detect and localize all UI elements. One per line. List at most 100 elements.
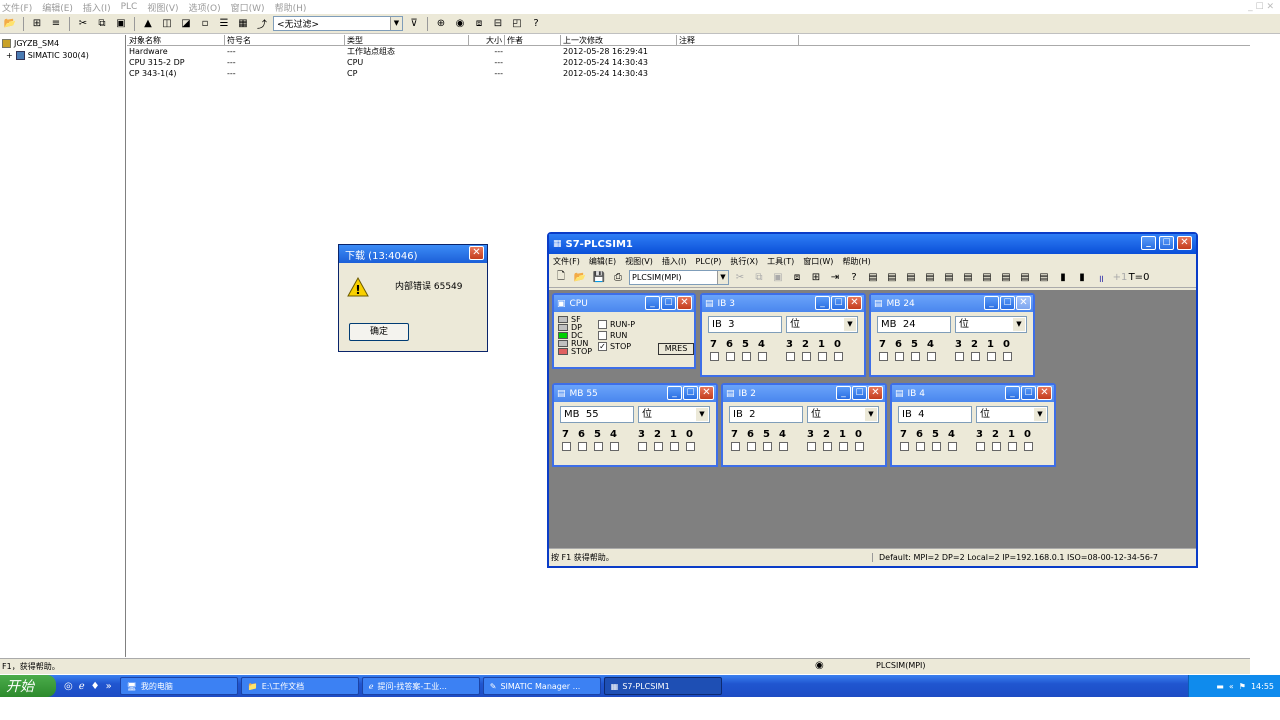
bit-checkbox[interactable] — [807, 442, 816, 451]
bit-checkbox[interactable] — [686, 442, 695, 451]
bit-checkbox[interactable] — [932, 442, 941, 451]
pause-icon[interactable]: ॥ — [1093, 270, 1109, 286]
desktop-icon[interactable]: ◎ — [64, 681, 73, 692]
bit-checkbox[interactable] — [763, 442, 772, 451]
bit-checkbox[interactable] — [758, 352, 767, 361]
list-item[interactable]: CPU 315-2 DP --- CPU --- 2012-05-24 14:3… — [127, 57, 1250, 68]
chevron-down-icon[interactable]: ▼ — [1034, 408, 1046, 421]
filter-select[interactable]: <无过滤> ▼ — [273, 16, 403, 31]
ok-button[interactable]: 确定 — [349, 323, 409, 341]
plcsim-menu-view[interactable]: 视图(V) — [625, 256, 653, 267]
network-icon[interactable]: ⊞ — [29, 16, 45, 32]
copy-icon[interactable]: ⧉ — [751, 270, 767, 286]
paste-icon[interactable]: ▣ — [770, 270, 786, 286]
plcsim-menu-tools[interactable]: 工具(T) — [767, 256, 794, 267]
reset-timers-icon[interactable]: T=0 — [1129, 270, 1150, 286]
tree-item-station[interactable]: + SIMATIC 300(4) — [0, 49, 125, 61]
address-input[interactable]: MB 55 — [560, 406, 634, 423]
insert-db-icon[interactable]: ▤ — [998, 270, 1014, 286]
bit-checkbox[interactable] — [779, 442, 788, 451]
bit-checkbox[interactable] — [927, 352, 936, 361]
bit-checkbox[interactable] — [916, 442, 925, 451]
run-mode-icon[interactable]: ▮ — [1055, 270, 1071, 286]
single-scan-icon[interactable]: ▮ — [1074, 270, 1090, 286]
bit-checkbox[interactable] — [578, 442, 587, 451]
bit-checkbox[interactable] — [879, 352, 888, 361]
bit-checkbox[interactable] — [911, 352, 920, 361]
chevron-down-icon[interactable]: ▼ — [696, 408, 708, 421]
bit-checkbox[interactable] — [855, 442, 864, 451]
bit-checkbox[interactable] — [818, 352, 827, 361]
bit-checkbox[interactable] — [610, 442, 619, 451]
open-icon[interactable]: 📂 — [572, 270, 588, 286]
list-item[interactable]: Hardware --- 工作站点组态 --- 2012-05-28 16:29… — [127, 46, 1250, 57]
new-icon[interactable]: 🗋 — [553, 270, 569, 286]
insert-accumulator-icon[interactable]: ▤ — [1017, 270, 1033, 286]
window-icon[interactable]: ◰ — [509, 16, 525, 32]
menu-view[interactable]: 视图(V) — [147, 1, 178, 14]
download-icon[interactable]: ▲ — [140, 16, 156, 32]
bit-checkbox[interactable] — [1003, 352, 1012, 361]
bit-checkbox[interactable] — [955, 352, 964, 361]
insert-bit-memory-icon[interactable]: ▤ — [903, 270, 919, 286]
minimize-icon[interactable]: _ — [667, 386, 682, 400]
column-header[interactable]: 作者 — [505, 35, 561, 45]
bit-checkbox[interactable] — [594, 442, 603, 451]
bit-checkbox[interactable] — [992, 442, 1001, 451]
taskbar-item-my-computer[interactable]: 🖥 我的电脑 — [119, 677, 238, 695]
close-icon[interactable]: ✕ — [1037, 386, 1052, 400]
minimize-icon[interactable]: _ — [815, 296, 830, 310]
close-icon[interactable]: ✕ — [677, 296, 692, 310]
context-help-icon[interactable]: ? — [528, 16, 544, 32]
chevron-left-icon[interactable]: « — [1229, 682, 1234, 691]
maximize-icon[interactable]: ☐ — [1021, 386, 1036, 400]
bit-checkbox[interactable] — [895, 352, 904, 361]
cascade-icon[interactable]: ⧈ — [471, 16, 487, 32]
media-icon[interactable]: ♦ — [91, 681, 100, 692]
insert-counter-icon[interactable]: ▤ — [941, 270, 957, 286]
minimize-icon[interactable]: _ — [1005, 386, 1020, 400]
accessible-nodes-icon[interactable]: ≡ — [48, 16, 64, 32]
network-icon[interactable]: ⚑ — [1239, 682, 1246, 691]
tile-icon[interactable]: ⊞ — [808, 270, 824, 286]
plcsim-menu-plc[interactable]: PLC(P) — [695, 257, 721, 266]
list-item[interactable]: CP 343-1(4) --- CP --- 2012-05-24 14:30:… — [127, 68, 1250, 79]
bit-checkbox[interactable] — [710, 352, 719, 361]
maximize-icon[interactable]: ☐ — [852, 386, 867, 400]
open-icon[interactable]: 📂 — [2, 16, 18, 32]
keyboard-icon[interactable]: ▬ — [1216, 682, 1224, 691]
bit-checkbox[interactable] — [638, 442, 647, 451]
insert-vertical-bits-icon[interactable]: ▤ — [979, 270, 995, 286]
chevron-right-icon[interactable]: » — [106, 681, 112, 692]
bit-checkbox[interactable] — [747, 442, 756, 451]
close-icon[interactable]: ✕ — [699, 386, 714, 400]
plcsim-titlebar[interactable]: ▦ S7-PLCSIM1 _ ☐ ✕ — [549, 234, 1196, 254]
print-icon[interactable]: ⎙ — [610, 270, 626, 286]
bit-checkbox[interactable] — [834, 352, 843, 361]
chevron-down-icon[interactable]: ▼ — [717, 271, 728, 284]
chevron-down-icon[interactable]: ▼ — [865, 408, 877, 421]
minimize-icon[interactable]: _ — [836, 386, 851, 400]
plcsim-menu-execute[interactable]: 执行(X) — [730, 256, 758, 267]
format-select[interactable]: 位 ▼ — [976, 406, 1048, 423]
start-button[interactable]: 开始 — [0, 675, 56, 697]
monitor-window-titlebar[interactable]: ▤ IB 4 _ ☐ ✕ — [892, 385, 1054, 402]
menu-window[interactable]: 窗口(W) — [231, 1, 265, 14]
taskbar-item-browser[interactable]: ℯ 提问-找答案-工业... — [361, 677, 480, 695]
browser-icon[interactable]: ℯ — [79, 681, 85, 692]
address-input[interactable]: IB 3 — [708, 316, 782, 333]
details-icon[interactable]: ▦ — [235, 16, 251, 32]
clock[interactable]: 14:55 — [1251, 682, 1274, 691]
close-icon[interactable]: ✕ — [469, 246, 484, 260]
next-scan-icon[interactable]: +1 — [1112, 270, 1128, 286]
bit-checkbox[interactable] — [948, 442, 957, 451]
save-icon[interactable]: 💾 — [591, 270, 607, 286]
maximize-icon[interactable]: ☐ — [661, 296, 676, 310]
insert-general-icon[interactable]: ▤ — [960, 270, 976, 286]
insert-timer-icon[interactable]: ▤ — [922, 270, 938, 286]
column-header[interactable]: 注释 — [677, 35, 799, 45]
insert-stack-icon[interactable]: ▤ — [1036, 270, 1052, 286]
monitor-window-titlebar[interactable]: ▤ IB 3 _ ☐ ✕ — [702, 295, 864, 312]
format-select[interactable]: 位 ▼ — [955, 316, 1027, 333]
bit-checkbox[interactable] — [900, 442, 909, 451]
